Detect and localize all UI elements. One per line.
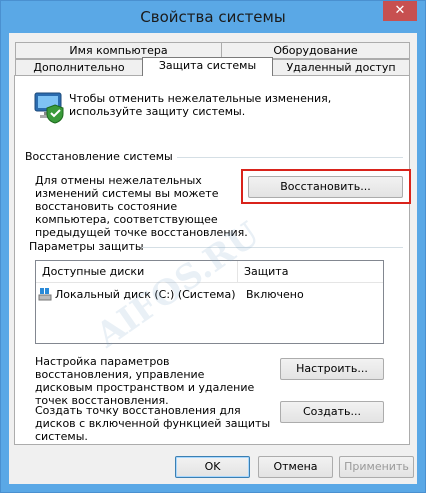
intro-text: Чтобы отменить нежелательные изменения, … (69, 92, 332, 118)
close-button[interactable]: ✕ (383, 1, 417, 21)
divider (177, 157, 403, 158)
restore-description: Для отмены нежелательных изменений систе… (35, 174, 248, 239)
table-row[interactable]: Локальный диск (C:) (Система) Включено (38, 287, 378, 305)
ok-button[interactable]: OK (175, 456, 250, 478)
dialog-client: Имя компьютера Оборудование Дополнительн… (9, 33, 417, 484)
create-description: Создать точку восстановления для дисков … (35, 404, 271, 443)
divider (142, 247, 403, 248)
configure-button[interactable]: Настроить... (280, 358, 384, 380)
configure-description: Настройка параметров восстановления, упр… (35, 355, 255, 407)
cancel-button[interactable]: Отмена (258, 456, 333, 478)
system-protection-icon (31, 89, 67, 125)
window: Свойства системы ✕ Имя компьютера Оборуд… (0, 0, 426, 493)
highlight-box (241, 169, 411, 204)
tab-advanced[interactable]: Дополнительно (15, 59, 143, 76)
tab-system-protection[interactable]: Защита системы (142, 57, 273, 76)
drive-protection-status: Включено (246, 288, 304, 301)
protection-group-label: Параметры защиты (29, 240, 144, 253)
create-button[interactable]: Создать... (280, 401, 384, 423)
apply-button[interactable]: Применить (339, 456, 414, 478)
title-bar[interactable]: Свойства системы ✕ (1, 1, 425, 33)
window-title: Свойства системы (140, 8, 286, 26)
tab-remote[interactable]: Удаленный доступ (272, 59, 410, 76)
column-header-protection[interactable]: Защита (244, 265, 288, 278)
restore-group-label: Восстановление системы (25, 150, 173, 163)
drive-icon (38, 287, 52, 301)
column-header-drives[interactable]: Доступные диски (42, 265, 144, 278)
